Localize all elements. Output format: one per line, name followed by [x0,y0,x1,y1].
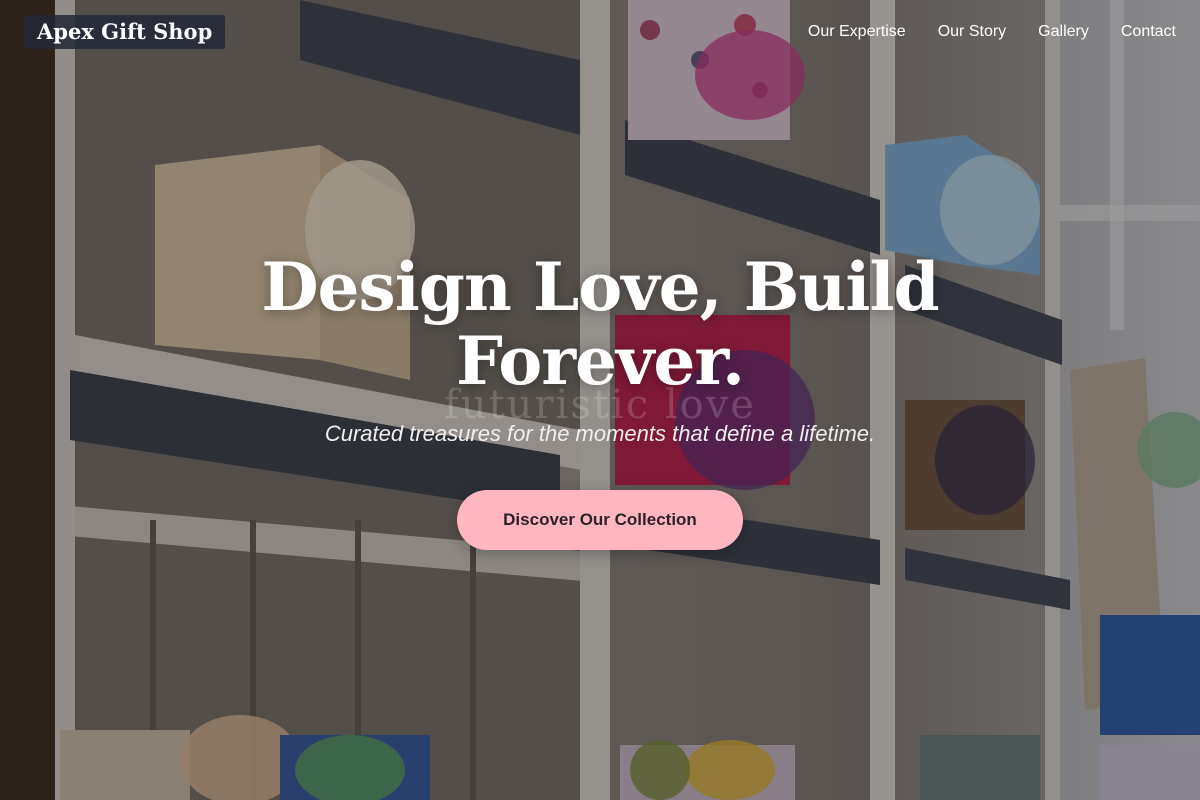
nav-link-contact[interactable]: Contact [1121,20,1176,44]
nav-link-our-expertise[interactable]: Our Expertise [808,20,906,44]
nav-link-our-story[interactable]: Our Story [938,20,1006,44]
brand-logo[interactable]: Apex Gift Shop [24,15,226,49]
discover-collection-button[interactable]: Discover Our Collection [457,490,743,550]
hero-headline: Design Love, Build Forever. [261,248,939,400]
hero-section: Apex Gift Shop Our Expertise Our Story G… [0,0,1200,800]
nav-link-gallery[interactable]: Gallery [1038,20,1089,44]
main-nav: Our Expertise Our Story Gallery Contact [808,20,1176,44]
hero-subtitle: Curated treasures for the moments that d… [324,421,876,446]
